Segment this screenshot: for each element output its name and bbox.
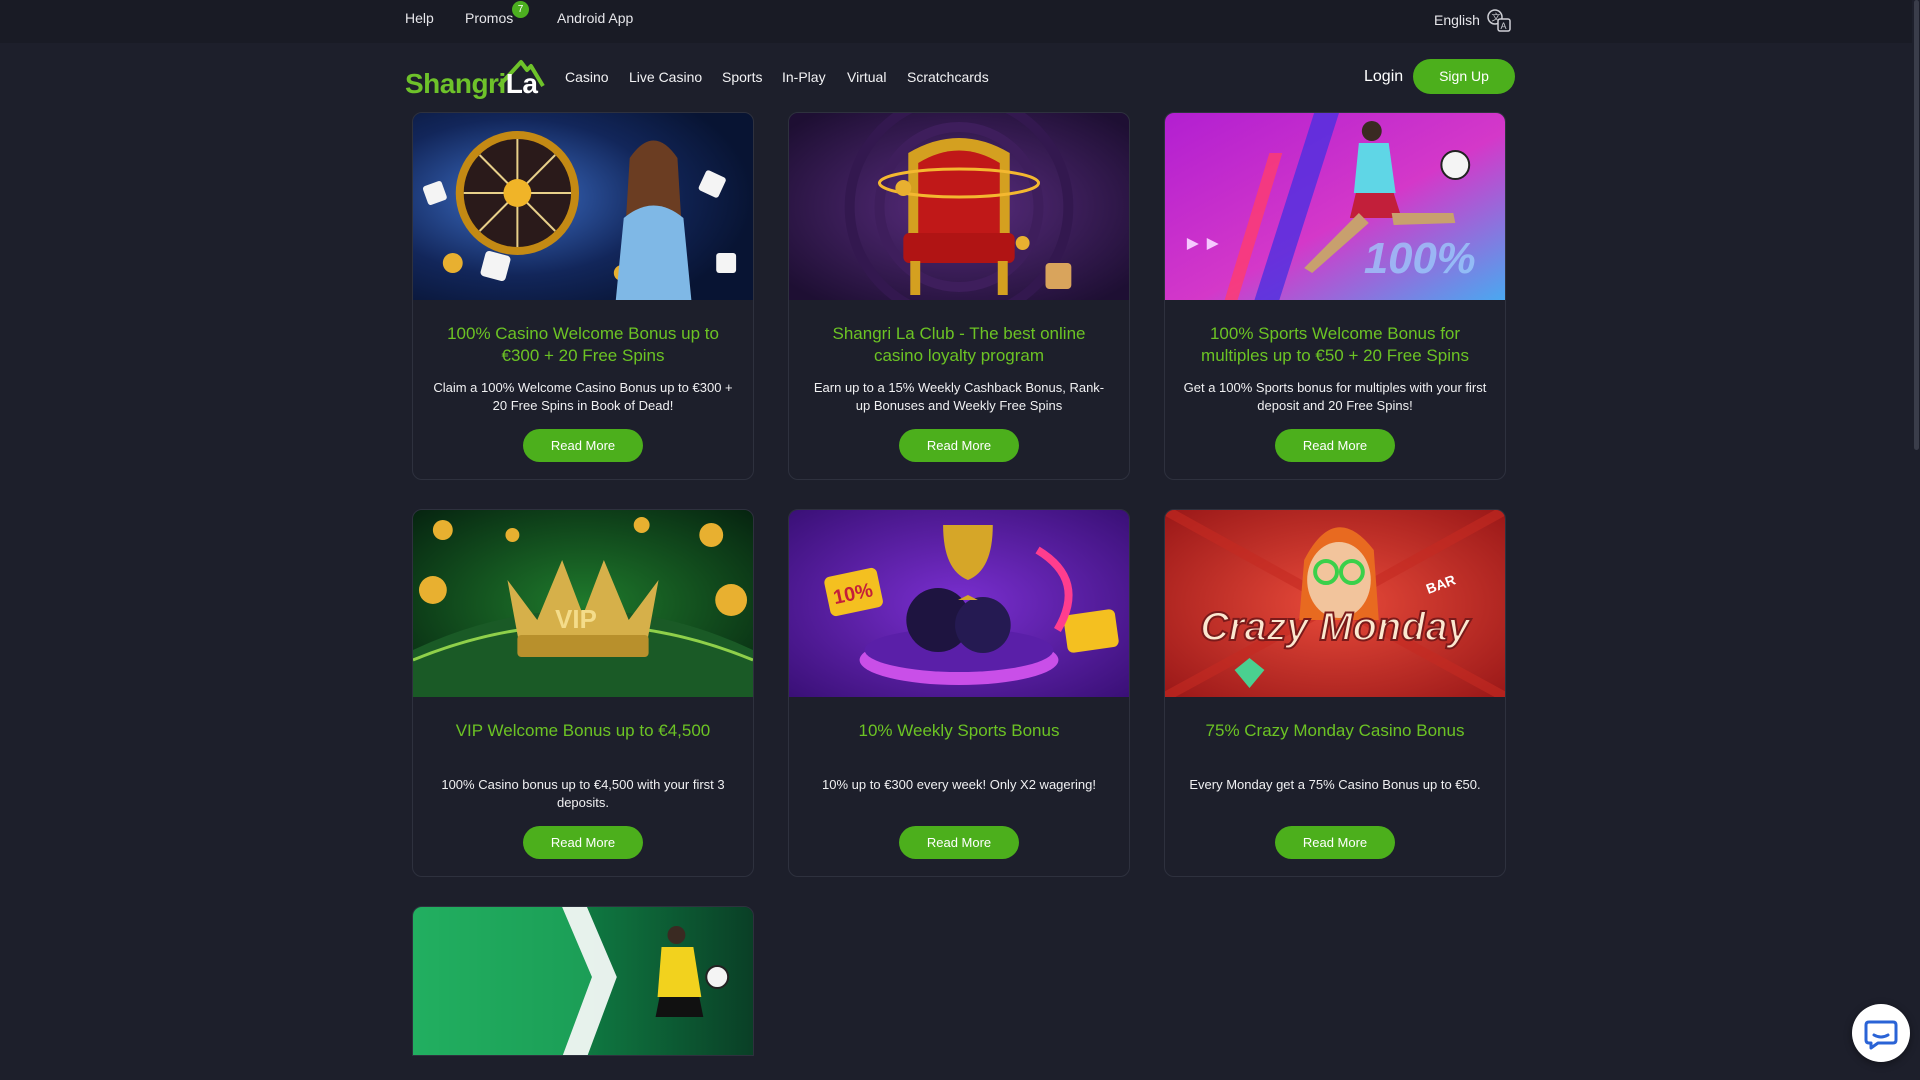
casino-wheel-promo-image bbox=[413, 113, 753, 300]
nav-scratchcards[interactable]: Scratchcards bbox=[907, 69, 989, 85]
nav-in-play[interactable]: In-Play bbox=[782, 69, 826, 85]
nav-sports[interactable]: Sports bbox=[722, 69, 762, 85]
read-more-button[interactable]: Read More bbox=[899, 826, 1019, 859]
nav-virtual[interactable]: Virtual bbox=[847, 69, 886, 85]
promo-title: 100% Casino Welcome Bonus up to €300 + 2… bbox=[447, 324, 719, 365]
nav-live-casino[interactable]: Live Casino bbox=[629, 69, 702, 85]
crazy-monday-promo-image: Crazy Monday BAR bbox=[1165, 510, 1505, 697]
promo-title: 100% Sports Welcome Bonus for multiples … bbox=[1201, 324, 1469, 365]
promo-image-text: Crazy Monday bbox=[1200, 605, 1471, 649]
page-scrollbar[interactable] bbox=[1912, 0, 1920, 1080]
promo-image-text: VIP bbox=[555, 606, 597, 634]
promo-title: VIP Welcome Bonus up to €4,500 bbox=[455, 721, 711, 740]
promo-description: Claim a 100% Welcome Casino Bonus up to … bbox=[433, 380, 733, 413]
vip-crown-promo-image: VIP bbox=[413, 510, 753, 697]
help-link[interactable]: Help bbox=[405, 10, 434, 26]
logo-text-la: La bbox=[505, 68, 538, 99]
read-more-button[interactable]: Read More bbox=[523, 826, 643, 859]
promo-title: 75% Crazy Monday Casino Bonus bbox=[1205, 721, 1465, 740]
promo-card-sports-welcome: 100% 100% Sports Welcome Bonus for multi… bbox=[1164, 112, 1506, 480]
promo-description: Every Monday get a 75% Casino Bonus up t… bbox=[1189, 777, 1481, 792]
live-chat-button[interactable] bbox=[1852, 1004, 1910, 1062]
promo-card-shangrila-club: Shangri La Club - The best online casino… bbox=[788, 112, 1130, 480]
logo-text-shangri: Shangri bbox=[405, 68, 506, 99]
promos-count-badge: 7 bbox=[512, 1, 529, 18]
translate-icon[interactable]: 文 A bbox=[1486, 8, 1512, 34]
promo-card-crazy-monday: Crazy Monday BAR 75% Crazy Monday Casino… bbox=[1164, 509, 1506, 877]
login-button[interactable]: Login bbox=[1364, 68, 1403, 86]
promo-image-text: 100% bbox=[1364, 234, 1476, 283]
read-more-button[interactable]: Read More bbox=[899, 429, 1019, 462]
promo-card-vip-welcome: VIP VIP Welcome Bonus up to €4,500 100% … bbox=[412, 509, 754, 877]
soccer-player-promo-image: 100% bbox=[1165, 113, 1505, 300]
promo-description: 100% Casino bonus up to €4,500 with your… bbox=[441, 777, 725, 810]
promo-description: Earn up to a 15% Weekly Cashback Bonus, … bbox=[813, 380, 1105, 413]
promo-card-weekly-sports: 10% 10% Weekly Sports Bonus 10% up to €3… bbox=[788, 509, 1130, 877]
top-utility-bar: Help Promos 7 Android App English 文 A bbox=[0, 0, 1920, 43]
read-more-button[interactable]: Read More bbox=[523, 429, 643, 462]
promo-card-partial bbox=[412, 906, 754, 1056]
scrollbar-thumb[interactable] bbox=[1914, 0, 1919, 450]
svg-text:A: A bbox=[1501, 21, 1507, 31]
nav-casino[interactable]: Casino bbox=[565, 69, 609, 85]
sign-up-button[interactable]: Sign Up bbox=[1413, 59, 1515, 94]
android-app-link[interactable]: Android App bbox=[557, 10, 633, 26]
promo-description: 10% up to €300 every week! Only X2 wager… bbox=[822, 777, 1096, 792]
shangrila-logo[interactable]: ShangriLa bbox=[405, 58, 545, 102]
read-more-button[interactable]: Read More bbox=[1275, 429, 1395, 462]
promo-title: 10% Weekly Sports Bonus bbox=[858, 721, 1060, 740]
football-promo-image bbox=[413, 907, 753, 1055]
loyalty-throne-promo-image bbox=[789, 113, 1129, 300]
promos-link[interactable]: Promos bbox=[465, 10, 513, 26]
language-selector[interactable]: English bbox=[1434, 12, 1480, 28]
promo-title: Shangri La Club - The best online casino… bbox=[832, 324, 1086, 365]
trophy-promo-image: 10% bbox=[789, 510, 1129, 697]
chat-bubble-icon bbox=[1864, 1020, 1898, 1050]
promo-description: Get a 100% Sports bonus for multiples wi… bbox=[1183, 380, 1487, 413]
promo-card-casino-welcome: 100% Casino Welcome Bonus up to €300 + 2… bbox=[412, 112, 754, 480]
read-more-button[interactable]: Read More bbox=[1275, 826, 1395, 859]
